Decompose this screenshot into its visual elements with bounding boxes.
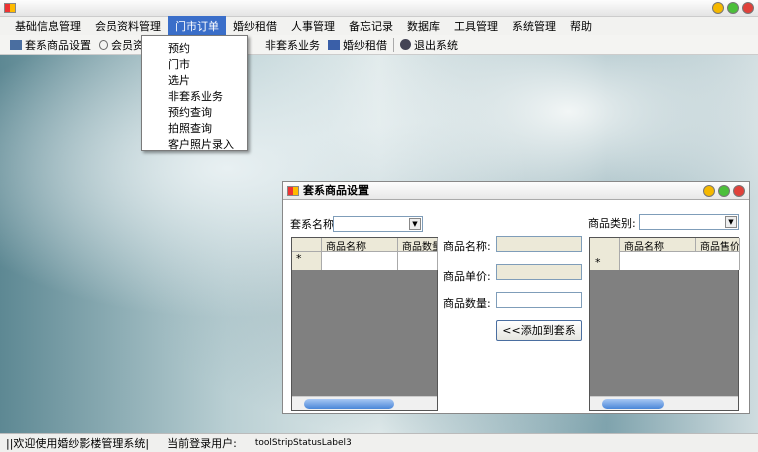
menu-hr[interactable]: 人事管理 [284, 16, 342, 36]
dropdown-item-reservation-query[interactable]: 预约查询 [142, 102, 247, 119]
product-name-field[interactable] [496, 236, 582, 252]
edit-icon [10, 39, 22, 50]
toolbar-package-settings[interactable]: 套系商品设置 [6, 37, 95, 53]
label: 非套系业务 [265, 38, 320, 52]
dropdown-item-photo-entry[interactable]: 客户照片录入 [142, 134, 247, 151]
horizontal-scrollbar[interactable] [590, 396, 738, 410]
product-name-label: 商品名称: [443, 240, 491, 253]
label: 套系商品设置 [25, 38, 91, 52]
document-edit-icon [328, 39, 340, 50]
label: 婚纱租借 [343, 38, 387, 52]
menu-database[interactable]: 数据库 [400, 16, 447, 36]
column-header[interactable]: 商品名称 [620, 238, 696, 252]
menu-tools[interactable]: 工具管理 [447, 16, 505, 36]
current-user-label: 当前登录用户: [167, 437, 237, 450]
new-row-marker: * [292, 252, 322, 270]
toolbar-non-package[interactable]: 非套系业务 [261, 37, 324, 53]
search-icon [99, 39, 108, 50]
unit-price-field[interactable] [496, 264, 582, 280]
exit-icon [400, 39, 411, 50]
grid-cell[interactable] [322, 252, 398, 270]
app-icon [287, 186, 299, 196]
menu-dress-rental[interactable]: 婚纱租借 [226, 16, 284, 36]
toolbar: 套系商品设置 会员资料管理 非套系业务 婚纱租借 退出系统 [0, 35, 758, 55]
separator [393, 37, 394, 52]
chevron-down-icon: ▼ [725, 216, 737, 228]
package-items-grid[interactable]: 商品名称 商品数量 * [291, 237, 438, 411]
package-name-label: 套系名称: [290, 218, 338, 231]
add-to-package-button[interactable]: <<添加到套系 [496, 320, 582, 341]
dropdown-item-store[interactable]: 门市 [142, 54, 247, 71]
dropdown-item-non-package[interactable]: 非套系业务 [142, 86, 247, 103]
dropdown-item-photo-query[interactable]: 拍照查询 [142, 118, 247, 135]
status-bar: ||欢迎使用婚纱影楼管理系统| 当前登录用户: toolStripStatusL… [0, 433, 758, 452]
toolbar-dress-rental[interactable]: 婚纱租借 [324, 37, 391, 53]
toolbar-exit[interactable]: 退出系统 [396, 37, 462, 53]
menu-bar: 基础信息管理 会员资料管理 门市订单 婚纱租借 人事管理 备忘记录 数据库 工具… [0, 16, 758, 36]
maximize-button[interactable] [718, 185, 730, 197]
quantity-field[interactable] [496, 292, 582, 308]
status-label-3: toolStripStatusLabel3 [254, 438, 352, 448]
label: 退出系统 [414, 38, 458, 52]
package-name-combo[interactable]: ▼ [333, 216, 423, 232]
menu-member[interactable]: 会员资料管理 [88, 16, 168, 36]
category-label: 商品类别: [588, 217, 636, 230]
dropdown-item-photo-select[interactable]: 选片 [142, 70, 247, 87]
unit-price-label: 商品单价: [443, 270, 491, 283]
dialog-title: 套系商品设置 [303, 184, 369, 197]
minimize-button[interactable] [712, 2, 724, 14]
minimize-button[interactable] [703, 185, 715, 197]
column-header[interactable]: 商品数量 [398, 238, 438, 252]
scrollbar-thumb[interactable] [304, 399, 394, 409]
package-settings-dialog: 套系商品设置 套系名称: ▼ 商品类别: ▼ 商品名称 商品数量 * 商品名称:… [282, 181, 750, 414]
column-header[interactable]: 商品售价 [696, 238, 740, 252]
welcome-status: ||欢迎使用婚纱影楼管理系统| [6, 437, 150, 450]
grid-cell[interactable] [620, 252, 740, 270]
close-button[interactable] [742, 2, 754, 14]
horizontal-scrollbar[interactable] [292, 396, 437, 410]
maximize-button[interactable] [727, 2, 739, 14]
menu-store-order[interactable]: 门市订单 [168, 16, 226, 36]
row-header [292, 238, 322, 252]
menu-system[interactable]: 系统管理 [505, 16, 563, 36]
menu-memo[interactable]: 备忘记录 [342, 16, 400, 36]
category-combo[interactable]: ▼ [639, 214, 739, 230]
column-header[interactable]: 商品名称 [322, 238, 398, 252]
menu-basic-info[interactable]: 基础信息管理 [8, 16, 88, 36]
products-grid[interactable]: 商品名称 商品售价 * [589, 237, 740, 411]
menu-help[interactable]: 帮助 [563, 16, 599, 36]
dialog-title-bar: 套系商品设置 [283, 182, 749, 200]
quantity-label: 商品数量: [443, 297, 491, 310]
app-icon [4, 3, 16, 13]
new-row-marker: * [590, 252, 620, 270]
close-button[interactable] [733, 185, 745, 197]
scrollbar-thumb[interactable] [602, 399, 664, 409]
title-bar [0, 0, 758, 17]
dropdown-item-reservation[interactable]: 预约 [142, 38, 247, 55]
grid-cell[interactable] [398, 252, 438, 270]
chevron-down-icon: ▼ [409, 218, 421, 230]
store-order-dropdown: 预约 门市 选片 非套系业务 预约查询 拍照查询 客户照片录入 [141, 35, 248, 151]
